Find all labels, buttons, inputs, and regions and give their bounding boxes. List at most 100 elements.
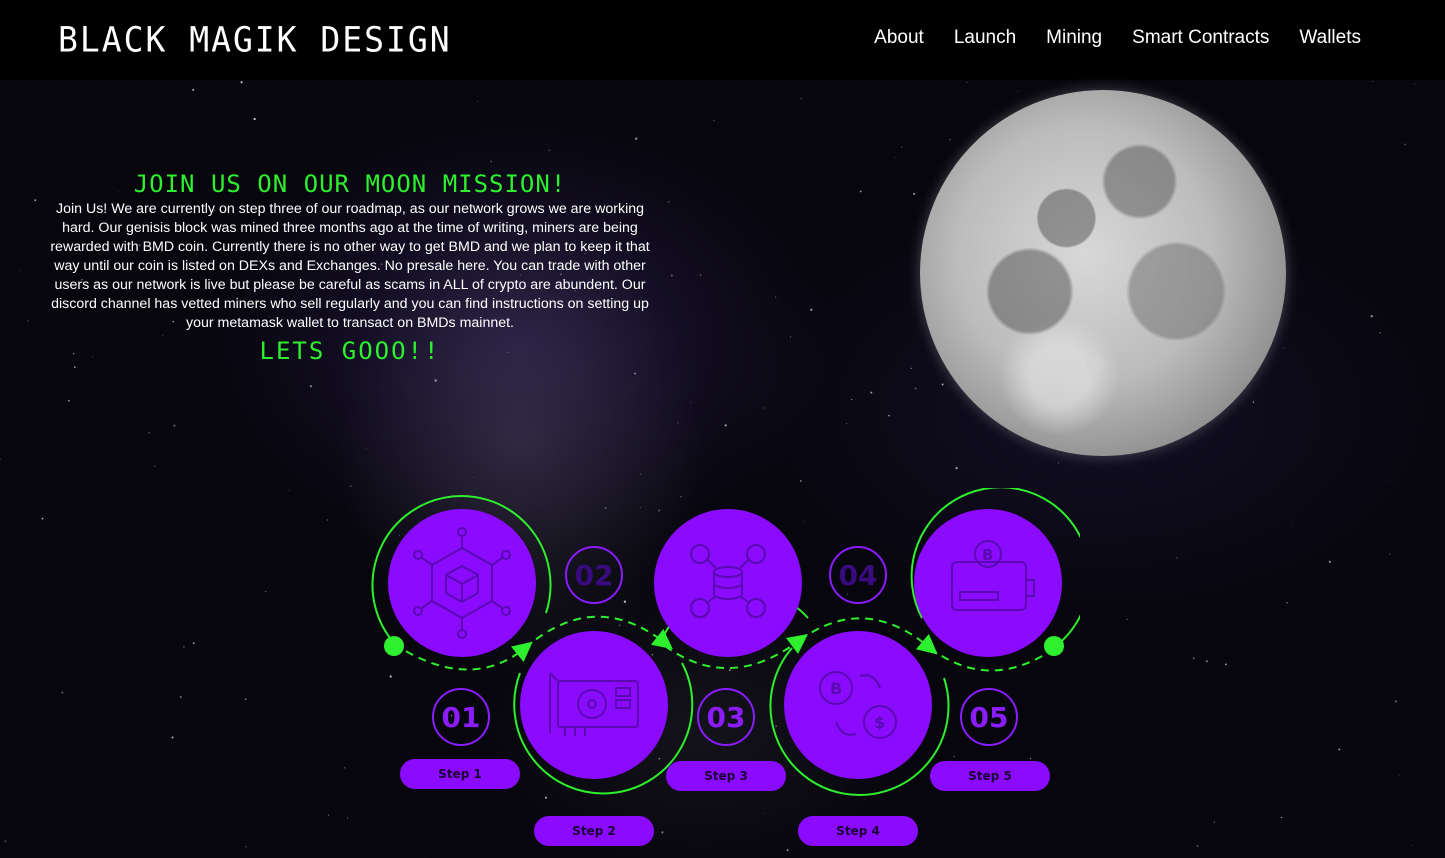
star bbox=[1252, 401, 1255, 403]
star bbox=[1213, 821, 1215, 823]
step-2-button[interactable]: Step 2 bbox=[534, 816, 654, 846]
star bbox=[966, 81, 968, 83]
star bbox=[846, 422, 847, 424]
star bbox=[434, 379, 437, 382]
star bbox=[148, 431, 151, 434]
star bbox=[775, 296, 777, 298]
star bbox=[61, 691, 64, 694]
svg-text:B: B bbox=[830, 679, 842, 698]
intro-section: JOIN US ON OUR MOON MISSION! Join Us! We… bbox=[50, 170, 650, 365]
star bbox=[1196, 844, 1199, 847]
end-dot bbox=[1044, 636, 1064, 656]
star bbox=[1192, 657, 1195, 659]
step-2-number: 02 bbox=[565, 546, 623, 604]
star bbox=[635, 137, 638, 140]
star bbox=[955, 466, 958, 470]
star bbox=[634, 372, 636, 375]
star bbox=[74, 366, 76, 368]
star bbox=[724, 424, 727, 427]
star bbox=[179, 695, 182, 699]
star bbox=[941, 383, 944, 386]
star bbox=[349, 485, 352, 487]
star bbox=[1411, 844, 1413, 846]
roadmap: B $ B 01 02 03 04 05 Step 1 Step 2 Step … bbox=[360, 488, 1080, 858]
site-header: BLACK MAGIK DESIGN About Launch Mining S… bbox=[0, 0, 1445, 80]
star bbox=[26, 320, 29, 322]
step-4-button[interactable]: Step 4 bbox=[798, 816, 918, 846]
star bbox=[288, 489, 290, 492]
nav-smart-contracts[interactable]: Smart Contracts bbox=[1132, 27, 1269, 49]
step-1-button[interactable]: Step 1 bbox=[400, 759, 520, 789]
star bbox=[790, 336, 791, 338]
star bbox=[762, 407, 764, 409]
site-logo[interactable]: BLACK MAGIK DESIGN bbox=[58, 19, 452, 60]
star bbox=[173, 424, 176, 427]
star bbox=[1176, 557, 1178, 559]
star bbox=[0, 458, 1, 460]
star bbox=[699, 274, 702, 276]
star bbox=[346, 817, 349, 819]
star bbox=[192, 88, 195, 91]
nav-about[interactable]: About bbox=[874, 27, 924, 49]
star bbox=[1386, 479, 1387, 481]
star bbox=[182, 645, 185, 648]
nav-launch[interactable]: Launch bbox=[954, 27, 1016, 49]
star bbox=[111, 765, 112, 766]
star bbox=[640, 473, 641, 475]
star bbox=[888, 414, 890, 417]
star bbox=[344, 767, 346, 769]
intro-cta: LETS GOOO!! bbox=[259, 337, 441, 365]
star bbox=[34, 199, 37, 202]
step-2-disc[interactable] bbox=[520, 631, 668, 779]
main-nav: About Launch Mining Smart Contracts Wall… bbox=[874, 27, 1361, 49]
intro-heading: JOIN US ON OUR MOON MISSION! bbox=[133, 170, 567, 198]
star bbox=[1389, 553, 1391, 555]
star bbox=[810, 308, 813, 311]
star bbox=[912, 192, 916, 196]
star bbox=[67, 399, 70, 402]
star bbox=[192, 642, 195, 645]
star bbox=[1379, 332, 1381, 334]
star bbox=[1372, 80, 1374, 82]
star bbox=[154, 465, 156, 467]
star bbox=[1225, 663, 1227, 666]
star bbox=[1126, 618, 1128, 620]
step-4-disc[interactable] bbox=[784, 631, 932, 779]
intro-body: Join Us! We are currently on step three … bbox=[50, 201, 650, 331]
star bbox=[18, 270, 20, 272]
moon-image bbox=[920, 90, 1286, 456]
star bbox=[253, 117, 256, 121]
star bbox=[914, 387, 917, 390]
star bbox=[548, 149, 551, 152]
star bbox=[1394, 700, 1397, 703]
step-5-button[interactable]: Step 5 bbox=[930, 761, 1050, 791]
star bbox=[1057, 462, 1059, 464]
star bbox=[881, 378, 883, 380]
step-3-button[interactable]: Step 3 bbox=[666, 761, 786, 791]
star bbox=[1398, 774, 1400, 776]
star bbox=[894, 157, 896, 158]
star bbox=[477, 101, 479, 102]
nav-wallets[interactable]: Wallets bbox=[1299, 27, 1361, 49]
star bbox=[1328, 560, 1331, 563]
star bbox=[1338, 748, 1341, 751]
star bbox=[670, 274, 673, 277]
star bbox=[357, 455, 359, 457]
star bbox=[1280, 816, 1283, 819]
svg-text:B: B bbox=[982, 546, 993, 564]
star bbox=[1414, 83, 1416, 85]
nav-mining[interactable]: Mining bbox=[1046, 27, 1102, 49]
star bbox=[1404, 143, 1407, 146]
step-5-disc[interactable] bbox=[914, 509, 1062, 657]
star bbox=[1017, 90, 1019, 92]
star bbox=[240, 81, 243, 84]
star bbox=[245, 846, 247, 848]
step-5-number: 05 bbox=[960, 688, 1018, 746]
star bbox=[859, 190, 862, 193]
star bbox=[945, 85, 946, 87]
star bbox=[910, 367, 912, 369]
star bbox=[243, 108, 245, 110]
roadmap-graphic: B $ B bbox=[371, 488, 1080, 796]
svg-text:$: $ bbox=[874, 713, 885, 732]
step-3-disc[interactable] bbox=[654, 509, 802, 657]
